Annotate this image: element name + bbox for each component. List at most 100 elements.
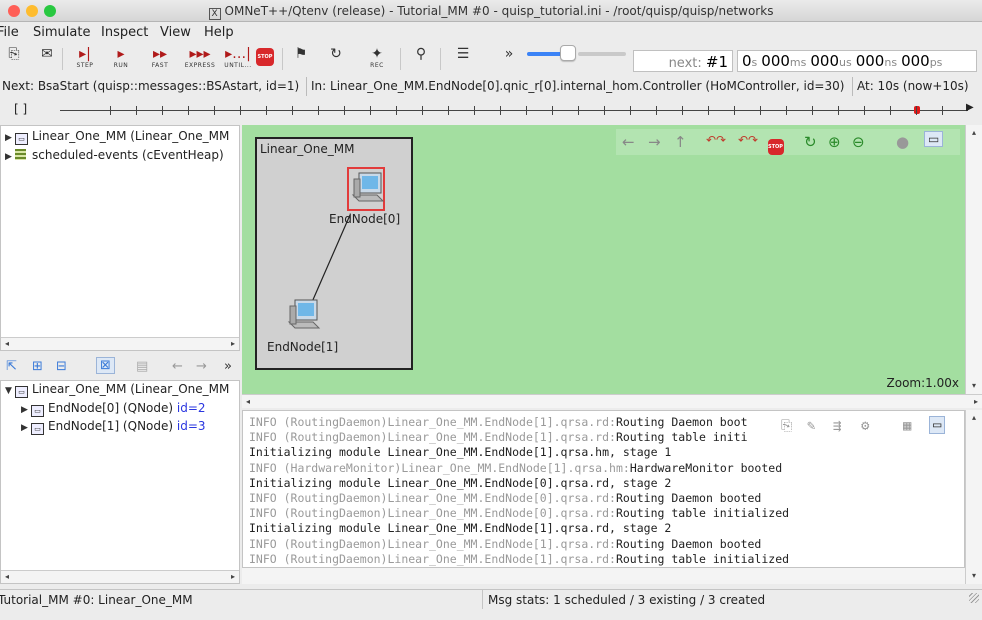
object-tree-hscroll[interactable]: ◂ ▸ <box>1 337 239 350</box>
tree-item-network-root[interactable]: ▼ ▭ Linear_One_MM (Linear_One_MM <box>5 382 229 398</box>
inspector-tree-hscroll[interactable]: ◂ ▸ <box>1 570 239 583</box>
circle-icon[interactable]: ● <box>896 133 909 151</box>
tree-item-endnode-0[interactable]: ▶ ▭ EndNode[0] (QNode) id=2 <box>21 401 206 417</box>
scroll-left-icon[interactable]: ◂ <box>1 338 13 350</box>
expand-arrow-icon[interactable]: ▶ <box>5 133 15 143</box>
expand-arrow-icon[interactable]: ▶ <box>5 152 15 162</box>
log-panel[interactable]: INFO (RoutingDaemon)Linear_One_MM.EndNod… <box>242 410 965 568</box>
express-button[interactable]: ▸▸▸ EXPRESS <box>182 46 218 72</box>
collapse-arrow-icon[interactable]: ▼ <box>5 386 15 396</box>
find-icon[interactable]: ✎ <box>807 418 815 434</box>
computer-icon[interactable] <box>287 298 321 332</box>
stop-button[interactable]: STOP <box>254 46 276 72</box>
fast-button[interactable]: ▸▸ FAST <box>144 46 176 72</box>
inspector-toolbar: ⇱ ⊞ ⊟ ⊠ ▤ ← → » <box>0 354 240 380</box>
animation-faster-icon[interactable]: ↶↷ <box>738 133 758 147</box>
filter-icon[interactable]: ⇶ <box>833 418 841 434</box>
messages-mode-icon[interactable]: ▦ <box>903 418 911 434</box>
stop-icon[interactable]: STOP <box>768 134 784 155</box>
resize-grip-icon[interactable] <box>969 593 979 603</box>
scroll-up-icon[interactable]: ▴ <box>968 412 980 424</box>
timeline-event-marker[interactable] <box>914 106 920 114</box>
inheritance-mode-icon[interactable]: ▤ <box>136 359 148 374</box>
settings-gear-icon[interactable]: ⚙ <box>861 418 869 434</box>
tree-item-label: EndNode[0] (QNode) <box>48 401 177 415</box>
go-to-parent-icon[interactable]: ⇱ <box>6 359 17 374</box>
scroll-left-icon[interactable]: ◂ <box>242 396 254 408</box>
log-text: Routing table initi <box>615 430 748 445</box>
more-button[interactable]: » <box>500 46 518 72</box>
back-arrow-icon[interactable]: ← <box>622 133 635 151</box>
timeline-tick <box>292 106 293 115</box>
tree-item-label: Linear_One_MM (Linear_One_MM <box>32 382 230 396</box>
more-icon[interactable]: » <box>224 359 232 374</box>
module-view-icon[interactable]: ▭ <box>924 131 944 147</box>
log-prefix: INFO (RoutingDaemon)Linear_One_MM.EndNod… <box>249 551 616 566</box>
copy-icon[interactable]: ⎘ <box>781 418 792 434</box>
finish-button[interactable]: ⚑ <box>290 46 312 72</box>
back-arrow-icon[interactable]: ← <box>172 359 183 374</box>
step-button[interactable]: ▸| STEP <box>70 46 100 72</box>
find-button[interactable]: ⚲ <box>410 46 432 72</box>
scroll-down-icon[interactable]: ▾ <box>968 380 980 392</box>
timeline-toggle-button[interactable]: ☰ <box>450 46 476 72</box>
tree-item-endnode-1[interactable]: ▶ ▭ EndNode[1] (QNode) id=3 <box>21 419 206 435</box>
timeline-range[interactable]: [ ] <box>14 102 27 116</box>
log-vscroll[interactable]: ▴ ▾ <box>965 410 982 584</box>
scroll-up-icon[interactable]: ▴ <box>968 127 980 139</box>
finish-icon: ⚑ <box>294 46 308 62</box>
scroll-right-icon[interactable]: ▸ <box>227 571 239 583</box>
sim-time-display: 0s 000ms 000us 000ns 000ps <box>737 50 977 72</box>
menu-inspect[interactable]: Inspect <box>101 25 148 40</box>
toolbar-separator <box>440 48 441 70</box>
run-button[interactable]: ▸ RUN <box>106 46 136 72</box>
scroll-right-icon[interactable]: ▸ <box>227 338 239 350</box>
record-button[interactable]: ✦ REC <box>364 46 390 72</box>
tree-item-network[interactable]: ▶ ▭ Linear_One_MM (Linear_One_MM <box>5 129 229 145</box>
menu-simulate[interactable]: Simulate <box>33 25 90 40</box>
toolbar-button-label: EXPRESS <box>184 62 216 69</box>
menu-file[interactable]: File <box>0 25 19 40</box>
timeline-tick <box>656 106 657 115</box>
menu-view[interactable]: View <box>160 25 191 40</box>
up-arrow-icon[interactable]: ↑ <box>674 133 687 151</box>
scroll-right-icon[interactable]: ▸ <box>970 396 982 408</box>
log-mode-icon[interactable]: ▭ <box>929 416 946 434</box>
canvas-vscroll[interactable]: ▴ ▾ <box>965 125 982 394</box>
network-canvas[interactable]: Linear_One_MM EndNode[0] EndNode[1] ← → … <box>242 125 965 394</box>
scroll-down-icon[interactable]: ▾ <box>968 570 980 582</box>
animation-slower-icon[interactable]: ↶↷ <box>706 133 726 147</box>
rebuild-button[interactable]: ↻ <box>326 46 346 72</box>
flat-mode-icon[interactable]: ⊠ <box>96 357 115 374</box>
expand-arrow-icon[interactable]: ▶ <box>21 423 31 433</box>
until-button[interactable]: ▸…| UNTIL... <box>222 46 254 72</box>
new-run-button[interactable]: ⎘ <box>4 46 24 72</box>
forward-arrow-icon[interactable]: → <box>196 359 207 374</box>
load-ned-button[interactable]: ✉ <box>36 46 58 72</box>
relayout-icon[interactable]: ↻ <box>804 133 817 151</box>
object-tree-panel: ▶ ▭ Linear_One_MM (Linear_One_MM ▶ schedule… <box>0 125 240 351</box>
timeline-tick <box>942 106 943 115</box>
link-line[interactable] <box>311 214 351 303</box>
speed-slider-track[interactable] <box>578 52 626 56</box>
menu-help[interactable]: Help <box>204 25 234 40</box>
children-mode-icon[interactable]: ⊞ <box>32 359 43 374</box>
grouped-mode-icon[interactable]: ⊟ <box>56 359 67 374</box>
forward-arrow-icon[interactable]: → <box>648 133 661 151</box>
timeline-arrow-icon: ▶ <box>966 102 974 113</box>
scroll-left-icon[interactable]: ◂ <box>1 571 13 583</box>
time-unit: ps <box>929 56 943 69</box>
rebuild-icon: ↻ <box>330 46 342 62</box>
tree-item-scheduled-events[interactable]: ▶ scheduled-events (cEventHeap) <box>5 148 224 164</box>
zoom-in-icon[interactable]: ⊕ <box>828 133 841 151</box>
timeline-tick <box>266 106 267 115</box>
expand-arrow-icon[interactable]: ▶ <box>21 405 31 415</box>
event-module-info: In: Linear_One_MM.EndNode[0].qnic_r[0].i… <box>309 77 853 96</box>
speed-slider-thumb[interactable] <box>560 45 576 61</box>
timeline[interactable]: [ ] ▶ <box>0 99 982 121</box>
timeline-tick <box>552 106 553 115</box>
zoom-out-icon[interactable]: ⊖ <box>852 133 865 151</box>
canvas-hscroll[interactable]: ◂ ▸ <box>242 394 982 408</box>
computer-icon[interactable] <box>351 171 385 205</box>
log-hscroll[interactable] <box>242 568 965 584</box>
